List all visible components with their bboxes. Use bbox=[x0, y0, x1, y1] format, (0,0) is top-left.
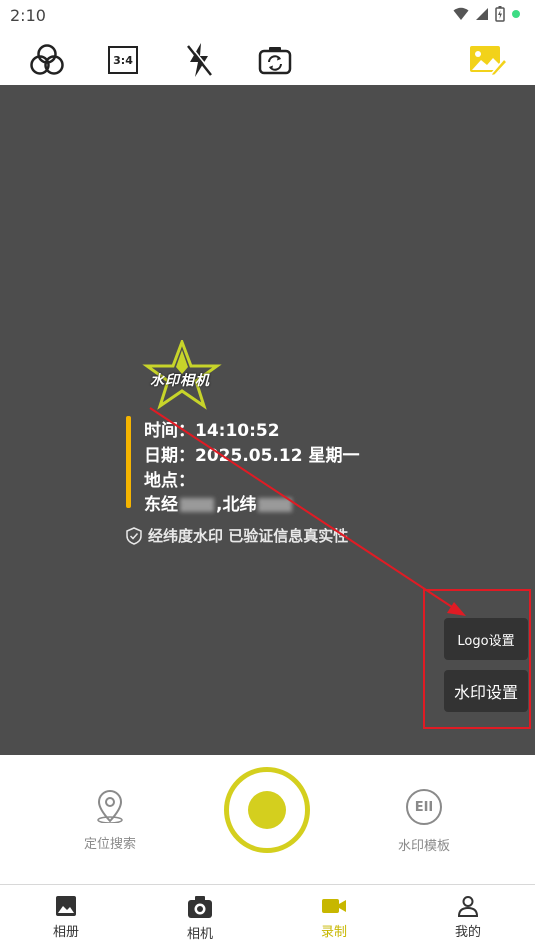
edit-image-button[interactable] bbox=[467, 42, 509, 78]
blurred-latitude bbox=[258, 498, 293, 512]
nav-item-album[interactable]: 相册 bbox=[31, 895, 101, 940]
filter-button[interactable] bbox=[29, 42, 65, 78]
watermark-template-button[interactable]: EII 水印模板 bbox=[390, 789, 458, 854]
camera-icon bbox=[188, 896, 212, 918]
watermark-accent-bar bbox=[126, 416, 131, 508]
logo-settings-button[interactable]: Logo设置 bbox=[444, 618, 528, 660]
nav-label-record: 录制 bbox=[320, 925, 347, 940]
aspect-ratio-button[interactable]: 3:4 bbox=[105, 42, 141, 78]
watermark-coordinates: 东经 ,北纬 bbox=[144, 490, 294, 515]
watermark-template-label: 水印模板 bbox=[397, 839, 450, 854]
watermark-logo-text: 水印相机 bbox=[150, 373, 210, 389]
signal-icon bbox=[476, 8, 488, 20]
watermark-settings-button[interactable]: 水印设置 bbox=[444, 670, 528, 712]
nav-label-camera: 相机 bbox=[186, 927, 213, 942]
nav-item-record[interactable]: 录制 bbox=[299, 895, 369, 940]
shutter-dot bbox=[248, 791, 286, 829]
bottom-navigation: 相册 相机 录制 我的 bbox=[0, 884, 535, 951]
watermark-logo: 水印相机 bbox=[140, 340, 230, 410]
status-icons bbox=[453, 6, 521, 22]
album-icon bbox=[56, 896, 76, 916]
shield-check-icon bbox=[126, 526, 142, 545]
blurred-longitude bbox=[180, 498, 214, 512]
nav-label-profile: 我的 bbox=[454, 925, 481, 940]
location-search-button[interactable]: 定位搜索 bbox=[76, 789, 144, 852]
verify-text: 经纬度水印 已验证信息真实性 bbox=[148, 527, 349, 545]
location-search-label: 定位搜索 bbox=[83, 837, 136, 852]
coord-latitude-label: ,北纬 bbox=[216, 495, 257, 515]
location-pin-icon bbox=[97, 790, 123, 823]
shutter-button[interactable] bbox=[224, 767, 310, 853]
watermark-template-icon-text: EII bbox=[414, 799, 434, 815]
camera-preview[interactable]: 水印相机 时间：14:10:52 日期：2025.05.12 星期一 地点： 东… bbox=[0, 85, 535, 755]
profile-icon bbox=[457, 896, 479, 917]
battery-icon bbox=[495, 6, 505, 22]
nav-item-profile[interactable]: 我的 bbox=[433, 895, 503, 940]
coord-longitude-label: 东经 bbox=[144, 495, 178, 515]
flash-off-icon bbox=[187, 43, 214, 77]
filter-icon bbox=[30, 44, 64, 75]
notification-dot-icon bbox=[512, 10, 520, 18]
status-bar: 2:10 bbox=[0, 0, 535, 30]
watermark-verify: 经纬度水印 已验证信息真实性 bbox=[126, 525, 348, 546]
edit-image-icon bbox=[470, 46, 508, 76]
nav-item-camera[interactable]: 相机 bbox=[165, 895, 235, 942]
status-time: 2:10 bbox=[10, 6, 46, 25]
capture-controls: 定位搜索 EII 水印模板 bbox=[0, 755, 535, 885]
flash-button[interactable] bbox=[181, 42, 217, 78]
nav-label-album: 相册 bbox=[52, 925, 79, 940]
top-toolbar: 3:4 bbox=[0, 30, 535, 85]
video-icon bbox=[322, 899, 346, 913]
switch-camera-icon bbox=[258, 47, 292, 75]
watermark-date: 日期：2025.05.12 星期一 bbox=[144, 446, 360, 466]
watermark-time: 时间：14:10:52 bbox=[144, 421, 280, 441]
wifi-icon bbox=[453, 7, 469, 20]
watermark-template-icon: EII bbox=[406, 789, 442, 825]
aspect-ratio-icon: 3:4 bbox=[108, 46, 138, 74]
switch-camera-button[interactable] bbox=[257, 42, 293, 78]
watermark-location: 地点： bbox=[144, 471, 195, 491]
